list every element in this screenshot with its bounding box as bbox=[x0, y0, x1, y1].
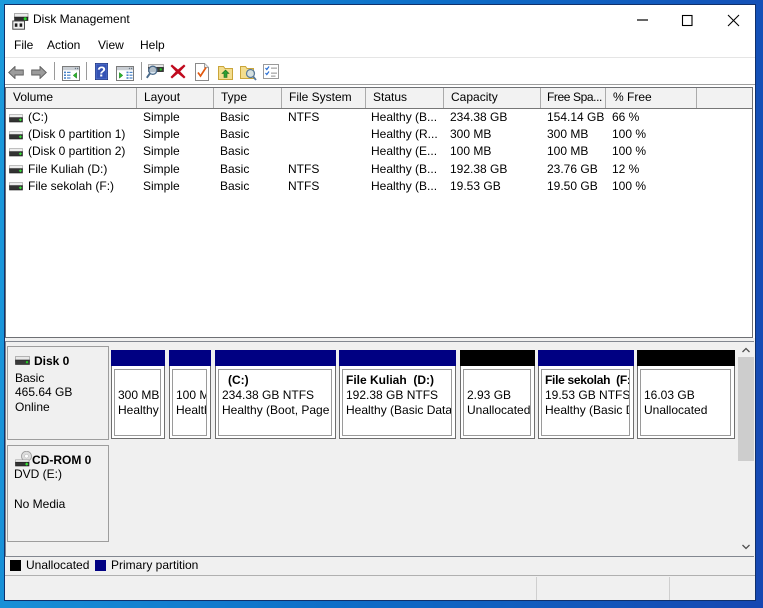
svg-text:?: ? bbox=[97, 65, 106, 81]
